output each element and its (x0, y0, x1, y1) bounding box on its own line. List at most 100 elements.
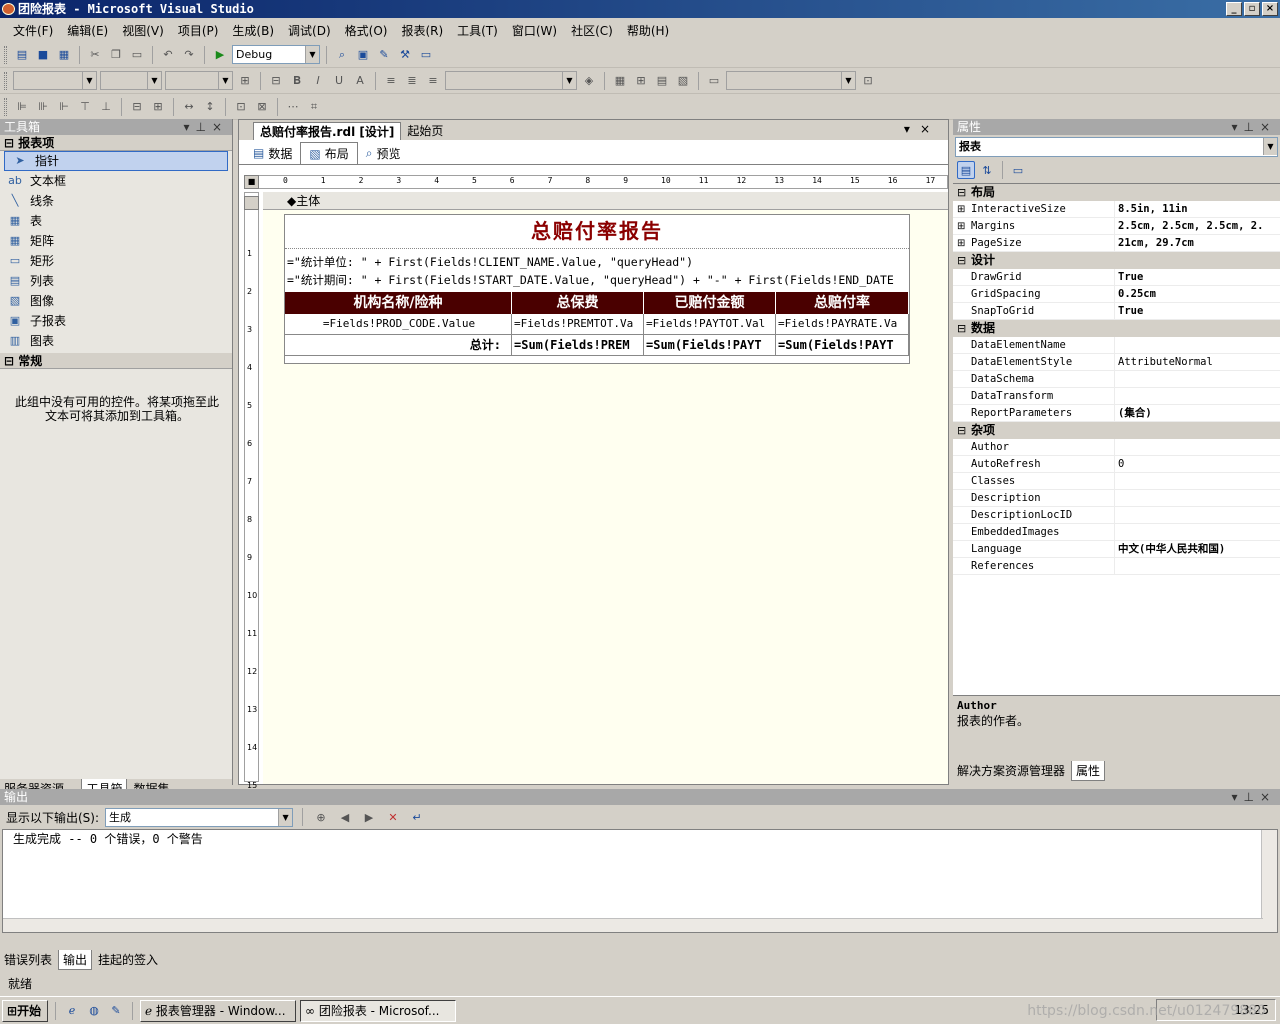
align-lefts-icon[interactable]: ⊫ (13, 98, 31, 116)
property-row[interactable]: Classes (953, 473, 1280, 490)
report-unit-textbox[interactable]: ="统计单位: " + First(Fields!CLIENT_NAME.Val… (285, 253, 909, 271)
toolbox-item-pointer[interactable]: ➤ 指针 (4, 151, 228, 171)
toolbox-icon[interactable]: ⚒ (396, 46, 414, 64)
copy-icon[interactable]: ❐ (107, 46, 125, 64)
document-tab-0[interactable]: 总赔付率报告.rdl [设计] (253, 122, 402, 140)
property-value[interactable] (1115, 490, 1280, 506)
property-category[interactable]: 数据 (953, 320, 1280, 337)
save-all-icon[interactable]: ▦ (55, 46, 73, 64)
menu-item-1[interactable]: 编辑(E) (60, 22, 115, 39)
output-tab-1[interactable]: 输出 (58, 950, 93, 970)
property-row[interactable]: DataElementStyle AttributeNormal (953, 354, 1280, 371)
categorized-icon[interactable]: ▤ (957, 161, 975, 179)
redo-icon[interactable]: ↷ (180, 46, 198, 64)
table-header-cell[interactable]: 总保费 (512, 292, 644, 314)
property-row[interactable]: Author (953, 439, 1280, 456)
toolbox-item-list[interactable]: ▤ 列表 (0, 271, 232, 291)
output-source-select[interactable]: 生成 ▼ (105, 807, 294, 827)
menu-item-7[interactable]: 报表(R) (394, 22, 450, 39)
undo-icon[interactable]: ↶ (159, 46, 177, 64)
solution-explorer-icon[interactable]: ▣ (354, 46, 372, 64)
alphabetical-icon[interactable]: ⇅ (978, 161, 996, 179)
clear-all-icon[interactable]: ✕ (384, 808, 402, 826)
property-value[interactable] (1115, 507, 1280, 523)
font-size-select[interactable]: ▼ (100, 71, 162, 90)
expand-icon[interactable]: ⊞ (957, 235, 965, 251)
property-value[interactable]: True (1115, 303, 1280, 319)
property-row[interactable]: DataElementName (953, 337, 1280, 354)
property-value[interactable] (1115, 473, 1280, 489)
ruler-corner[interactable]: ■ (244, 175, 259, 189)
menu-item-3[interactable]: 项目(P) (171, 22, 226, 39)
output-vscroll[interactable] (1261, 830, 1277, 932)
expand-icon[interactable]: ⊞ (957, 201, 965, 217)
new-project-icon[interactable]: ▤ (13, 46, 31, 64)
property-value[interactable] (1115, 439, 1280, 455)
property-row[interactable]: DescriptionLocID (953, 507, 1280, 524)
image-icon[interactable]: ▧ (674, 72, 692, 90)
toolbar-grip[interactable] (4, 97, 7, 116)
property-value[interactable] (1115, 558, 1280, 574)
prev-message-icon[interactable]: ◀ (336, 808, 354, 826)
taskbar-task-report-manager[interactable]: ℯ 报表管理器 - Window... (140, 999, 296, 1022)
toolbar-grip[interactable] (4, 71, 7, 90)
property-value[interactable]: 中文(中华人民共和国) (1115, 541, 1280, 557)
table-total-cell[interactable]: =Sum(Fields!PREM (512, 335, 644, 356)
maximize-button[interactable]: ▫ (1244, 2, 1260, 16)
property-value[interactable]: 2.5cm, 2.5cm, 2.5cm, 2. (1115, 218, 1280, 234)
taskbar-task-visual-studio[interactable]: ∞ 团险报表 - Microsof... (300, 999, 456, 1022)
cut-icon[interactable]: ✂ (86, 46, 104, 64)
output-icon[interactable]: ▭ (417, 46, 435, 64)
find-message-icon[interactable]: ⊕ (312, 808, 330, 826)
property-category[interactable]: 设计 (953, 252, 1280, 269)
report-title[interactable]: 总赔付率报告 (285, 215, 909, 249)
make-same-width-icon[interactable]: ⊟ (128, 98, 146, 116)
property-row[interactable]: Language 中文(中华人民共和国) (953, 541, 1280, 558)
menu-item-5[interactable]: 调试(D) (281, 22, 338, 39)
table-detail-cell[interactable]: =Fields!PROD_CODE.Value (285, 314, 512, 335)
output-hscroll[interactable] (3, 918, 1263, 932)
ie-icon[interactable]: ℯ (63, 1002, 81, 1020)
properties-tab-0[interactable]: 解决方案资源管理器 (953, 761, 1069, 781)
table-total-cell[interactable]: =Sum(Fields!PAYT (776, 335, 909, 356)
design-subtab-0[interactable]: ▤ 数据 (245, 142, 300, 164)
property-value[interactable]: (集合) (1115, 405, 1280, 421)
toolbox-item-image[interactable]: ▧ 图像 (0, 291, 232, 311)
property-value[interactable]: 0 (1115, 456, 1280, 472)
toolbox-category-report[interactable]: ⊟ 报表项 (0, 135, 232, 151)
color-icon[interactable]: A (351, 72, 369, 90)
underline-icon[interactable]: U (330, 72, 348, 90)
property-row[interactable]: DrawGrid True (953, 269, 1280, 286)
property-value[interactable]: 0.25cm (1115, 286, 1280, 302)
save-icon[interactable]: ■ (34, 46, 52, 64)
menu-item-6[interactable]: 格式(O) (338, 22, 395, 39)
align-centers-icon[interactable]: ⊪ (34, 98, 52, 116)
property-row[interactable]: ⊞ InteractiveSize 8.5in, 11in (953, 201, 1280, 218)
word-wrap-icon[interactable]: ↵ (408, 808, 426, 826)
property-row[interactable]: References (953, 558, 1280, 575)
start-debug-icon[interactable]: ▶ (211, 46, 229, 64)
table-detail-cell[interactable]: =Fields!PREMTOT.Va (512, 314, 644, 335)
toolbox-item-matrix[interactable]: ▦ 矩阵 (0, 231, 232, 251)
property-row[interactable]: Description (953, 490, 1280, 507)
center-v-icon[interactable]: ⊠ (253, 98, 271, 116)
font-weight-select[interactable]: ▼ (165, 71, 233, 90)
align-rights-icon[interactable]: ⊩ (55, 98, 73, 116)
property-row[interactable]: GridSpacing 0.25cm (953, 286, 1280, 303)
property-pages-icon[interactable]: ▭ (1009, 161, 1027, 179)
sql-icon[interactable]: ▤ (653, 72, 671, 90)
property-value[interactable]: 8.5in, 11in (1115, 201, 1280, 217)
properties-icon[interactable]: ✎ (375, 46, 393, 64)
property-value[interactable]: AttributeNormal (1115, 354, 1280, 370)
expand-icon[interactable]: ⊞ (957, 218, 965, 234)
hspacing-icon[interactable]: ↔ (180, 98, 198, 116)
toolbox-item-table[interactable]: ▦ 表 (0, 211, 232, 231)
menu-item-8[interactable]: 工具(T) (450, 22, 505, 39)
table-total-cell[interactable]: 总计: (285, 335, 512, 356)
toolbox-item-chart[interactable]: ▥ 图表 (0, 331, 232, 351)
font-name-select[interactable]: ▼ (13, 71, 97, 90)
toolbox-item-line[interactable]: ╲ 线条 (0, 191, 232, 211)
design-subtab-1[interactable]: ▧ 布局 (300, 142, 358, 164)
property-row[interactable]: ⊞ PageSize 21cm, 29.7cm (953, 235, 1280, 252)
toolbar-grip[interactable] (4, 45, 7, 64)
